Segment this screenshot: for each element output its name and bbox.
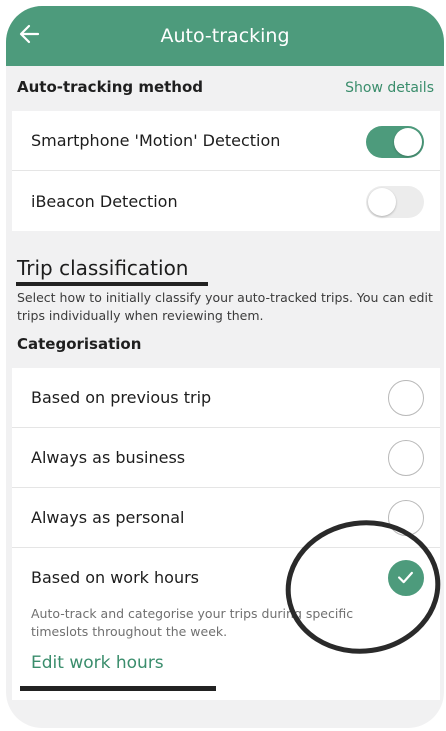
ibeacon-detection-toggle[interactable] bbox=[366, 186, 424, 218]
ibeacon-detection-row: iBeacon Detection bbox=[12, 171, 440, 231]
categorisation-label: Categorisation bbox=[17, 335, 142, 353]
page-title: Auto-tracking bbox=[160, 25, 290, 47]
app-header: Auto-tracking bbox=[6, 6, 444, 66]
trip-classification-heading: Trip classification bbox=[17, 256, 189, 280]
motion-detection-row: Smartphone 'Motion' Detection bbox=[12, 111, 440, 171]
option-always-business[interactable]: Always as business bbox=[12, 428, 440, 488]
annotation-underline bbox=[16, 282, 208, 286]
show-details-link[interactable]: Show details bbox=[345, 80, 434, 96]
motion-detection-toggle[interactable] bbox=[366, 126, 424, 158]
toggle-knob bbox=[394, 128, 422, 156]
option-label: Always as business bbox=[31, 448, 186, 467]
annotation-underline bbox=[20, 686, 216, 691]
motion-detection-label: Smartphone 'Motion' Detection bbox=[31, 131, 281, 150]
annotation-circle bbox=[285, 520, 441, 654]
tracking-method-card: Smartphone 'Motion' Detection iBeacon De… bbox=[12, 111, 440, 231]
ibeacon-detection-label: iBeacon Detection bbox=[31, 191, 178, 211]
radio-button[interactable] bbox=[388, 380, 424, 416]
option-previous-trip[interactable]: Based on previous trip bbox=[12, 368, 440, 428]
toggle-knob bbox=[368, 188, 396, 216]
option-label: Always as personal bbox=[31, 508, 185, 527]
trip-classification-description: Select how to initially classify your au… bbox=[17, 290, 433, 323]
option-label: Based on previous trip bbox=[31, 388, 212, 407]
auto-tracking-method-label: Auto-tracking method bbox=[17, 78, 204, 96]
radio-button[interactable] bbox=[388, 440, 424, 476]
